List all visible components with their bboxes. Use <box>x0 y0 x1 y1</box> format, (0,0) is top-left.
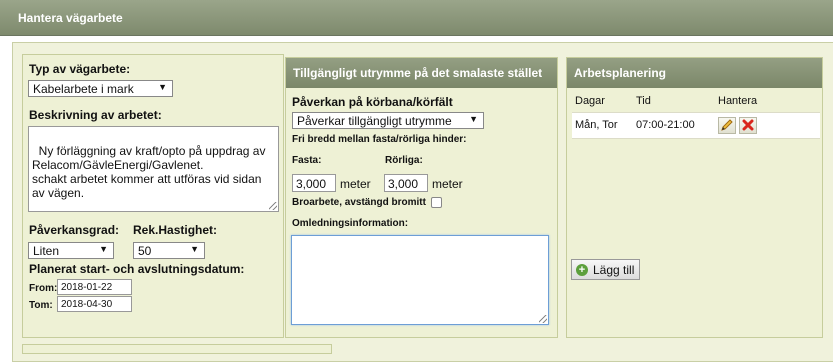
mobile-unit: meter <box>432 177 463 191</box>
speed-select[interactable]: 50 ▼ <box>133 242 205 259</box>
from-label: From: <box>29 283 58 294</box>
detour-info-textarea[interactable] <box>291 235 549 325</box>
chevron-down-icon: ▼ <box>469 114 478 124</box>
free-width-label: Fri bredd mellan fasta/rörliga hinder: <box>292 134 467 145</box>
work-planning-title: Arbetsplanering <box>567 58 822 88</box>
impact-grade-select[interactable]: Liten ▼ <box>28 242 114 259</box>
speed-value: 50 <box>138 244 152 258</box>
resize-grip-icon[interactable] <box>269 202 277 210</box>
description-label: Beskrivning av arbetet: <box>29 108 162 122</box>
roadway-impact-value: Påverkar tillgängligt utrymme <box>297 114 452 128</box>
column-header-manage: Hantera <box>718 95 758 107</box>
chevron-down-icon: ▼ <box>158 82 167 92</box>
chevron-down-icon: ▼ <box>99 244 108 254</box>
roadway-impact-label: Påverkan på körbana/körfält <box>292 95 453 109</box>
column-header-time: Tid <box>636 95 651 107</box>
to-label: Tom: <box>29 300 53 311</box>
window-title: Hantera vägarbete <box>18 11 123 25</box>
to-date-input[interactable]: 2018-04-30 <box>57 296 132 312</box>
edit-button[interactable] <box>718 117 736 134</box>
row-days: Mån, Tor <box>575 119 618 131</box>
impact-grade-value: Liten <box>33 244 60 258</box>
add-button[interactable]: + Lägg till <box>571 259 640 280</box>
mobile-label: Rörliga: <box>385 155 423 166</box>
resize-grip-icon[interactable] <box>539 315 547 323</box>
work-type-label: Typ av vägarbete: <box>29 62 131 76</box>
row-time: 07:00-21:00 <box>636 119 695 131</box>
fixed-unit: meter <box>340 177 371 191</box>
bridge-work-label: Broarbete, avstängd bromitt <box>292 197 426 208</box>
period-label: Planerat start- och avslutningsdatum: <box>29 262 245 276</box>
description-textarea[interactable]: Ny förläggning av kraft/opto på uppdrag … <box>28 126 279 212</box>
mobile-width-input[interactable]: 3,000 <box>384 174 428 192</box>
window-titlebar: Hantera vägarbete <box>0 0 833 36</box>
available-space-title: Tillgängligt utrymme på det smalaste stä… <box>286 58 557 88</box>
add-button-label: Lägg till <box>593 263 635 277</box>
work-type-select[interactable]: Kabelarbete i mark ▼ <box>28 80 173 97</box>
fixed-width-input[interactable]: 3,000 <box>292 174 336 192</box>
description-text: Ny förläggning av kraft/opto på uppdrag … <box>32 144 266 200</box>
delete-x-icon <box>742 119 754 131</box>
pencil-icon <box>721 119 733 131</box>
bridge-work-checkbox[interactable] <box>431 197 442 208</box>
delete-button[interactable] <box>739 117 757 134</box>
work-type-value: Kabelarbete i mark <box>33 82 134 96</box>
speed-label: Rek.Hastighet: <box>133 223 218 237</box>
roadway-impact-select[interactable]: Påverkar tillgängligt utrymme ▼ <box>292 112 484 129</box>
plus-circle-icon: + <box>576 264 588 276</box>
chevron-down-icon: ▼ <box>190 244 199 254</box>
fixed-label: Fasta: <box>292 155 322 166</box>
from-date-input[interactable]: 2018-01-22 <box>57 279 132 295</box>
next-panel-edge <box>22 344 332 354</box>
column-header-days: Dagar <box>575 95 605 107</box>
detour-info-label: Omledningsinformation: <box>292 218 409 229</box>
impact-grade-label: Påverkansgrad: <box>29 223 120 237</box>
